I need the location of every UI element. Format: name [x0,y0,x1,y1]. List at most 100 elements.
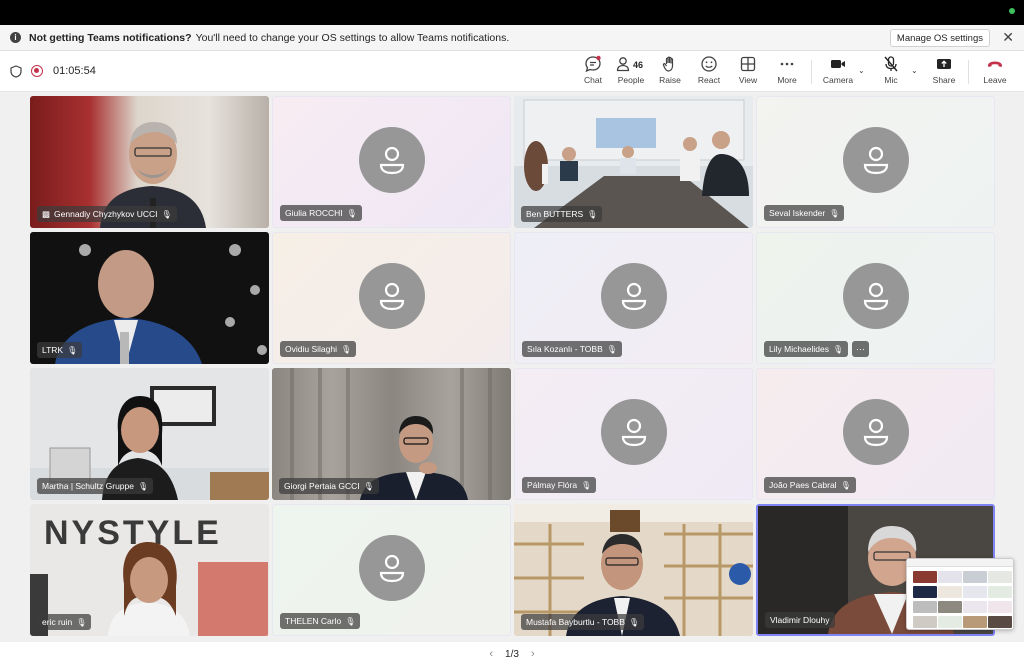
chat-icon [585,55,601,73]
participant-tile[interactable]: NYSTYLE eric ruin 🎙 [30,504,269,636]
avatar [842,399,909,465]
thumbnail-cell [988,616,1012,628]
thumbnail-cell [963,586,987,598]
leave-button[interactable]: Leave [982,55,1008,89]
notification-text: You'll need to change your OS settings t… [195,31,510,44]
thumbnail-cell [988,586,1012,598]
mic-button[interactable]: Mic [879,55,903,89]
participant-tile[interactable]: Seval Iskender 🎙 [756,96,995,228]
hand-icon [662,56,674,72]
recording-icon [31,65,43,77]
participant-tile[interactable]: LTRK 🎙 [30,232,269,364]
previous-page-icon[interactable]: ‹ [489,648,493,660]
mic-muted-icon: 🎙 [840,480,851,490]
participant-tile[interactable]: Sıla Kozanlı - TOBB 🎙 [514,232,753,364]
participant-name: Gennadiy Chyzhykov UCCI [54,209,158,219]
avatar [600,399,667,465]
participant-name-label: Lily Michaelides 🎙 [764,341,849,357]
camera-button[interactable]: Camera [822,55,854,89]
thumbnail-cell [913,616,937,628]
mic-muted-icon: 🎙 [606,344,617,354]
participant-name-label: Pálmay Flóra 🎙 [522,477,597,493]
mic-muted-icon: 🎙 [581,480,592,490]
mic-muted-icon: 🎙 [340,344,352,354]
people-label: People [617,75,645,85]
camera-icon [831,60,845,68]
more-label: More [777,75,797,85]
participant-tile[interactable]: Martha | Schultz Gruppe 🎙 [30,368,269,500]
participant-name: Vladimir Dlouhy [770,615,830,625]
mic-muted-icon: 🎙 [137,481,149,491]
participant-name-label: Giulia ROCCHI 🎙 [280,205,362,221]
camera-options-chevron-icon[interactable]: ⌄ [858,66,865,75]
toolbar-separator [968,60,969,84]
share-button[interactable]: Share [932,55,956,89]
raise-label: Raise [659,75,681,85]
participant-tile[interactable]: Mustafa Bayburtlu - TOBB 🎙 [514,504,753,636]
participant-tile[interactable]: Ben BUTTERS 🎙 [514,96,753,228]
participant-name-label: THELEN Carlo 🎙 [280,613,361,629]
video-grid: ▩ Gennadiy Chyzhykov UCCI 🎙 Giulia ROCCHI 🎙… [0,92,1024,642]
person-icon [621,418,646,447]
participant-name-label: eric ruin 🎙 [37,614,92,630]
participant-name: Mustafa Bayburtlu - TOBB [526,617,625,627]
more-icon [780,62,794,66]
notification-title: Not getting Teams notifications? [29,31,192,44]
participant-tile[interactable]: Pálmay Flóra 🎙 [514,368,753,500]
participant-tile[interactable]: Lily Michaelides 🎙 ··· [756,232,995,364]
svg-text:NYSTYLE: NYSTYLE [44,514,222,552]
self-view-thumbnail[interactable] [906,558,1014,630]
more-options-icon[interactable]: ··· [852,341,869,357]
thumbnail-cell [988,571,1012,583]
close-notification-icon[interactable]: ✕ [1002,29,1014,45]
participant-name: eric ruin [42,617,73,627]
people-button[interactable]: 46 People [614,55,648,89]
thumbnail-cell [963,601,987,613]
mic-muted-icon: 🎙 [628,617,640,627]
more-button[interactable]: More [775,55,799,89]
mic-muted-icon [884,56,898,72]
person-icon [379,282,404,311]
thumbnail-cell [938,601,962,613]
thumbnail-cell [988,601,1012,613]
share-label: Share [932,75,956,85]
next-page-icon[interactable]: › [531,648,535,660]
shield-icon[interactable] [10,65,22,78]
participant-tile[interactable]: THELEN Carlo 🎙 [272,504,511,636]
person-icon [863,146,888,175]
person-icon [621,282,646,311]
avatar [842,127,909,193]
participant-name-label: ▩ Gennadiy Chyzhykov UCCI 🎙 [37,206,177,222]
mic-muted-icon: 🎙 [363,481,374,491]
view-button[interactable]: View [736,55,760,89]
mic-muted-icon: 🎙 [67,345,78,355]
grid-view-icon [740,56,756,72]
participant-tile[interactable]: João Paes Cabral 🎙 [756,368,995,500]
mic-muted-icon: 🎙 [76,617,87,627]
react-label: React [697,75,721,85]
share-icon [937,59,951,69]
manage-os-settings-button[interactable]: Manage OS settings [889,29,990,47]
participant-name-label: LTRK 🎙 [37,342,83,358]
raise-hand-button[interactable]: Raise [658,55,682,89]
participant-name: Lily Michaelides [769,344,829,354]
people-count: 46 [633,60,644,70]
participant-tile[interactable]: Giorgi Pertaia GCCI 🎙 [272,368,511,500]
participant-tile[interactable]: Ovidiu Silaghi 🎙 [272,232,511,364]
meeting-timer: 01:05:54 [53,65,96,77]
chat-button[interactable]: Chat [582,55,604,89]
avatar [842,263,909,329]
thumbnail-cell [938,616,962,628]
view-label: View [738,75,758,85]
react-button[interactable]: React [697,55,721,89]
person-icon [379,146,404,175]
participant-tile[interactable]: Giulia ROCCHI 🎙 [272,96,511,228]
mic-muted-icon: 🎙 [346,208,357,218]
mic-options-chevron-icon[interactable]: ⌄ [911,66,918,75]
status-dot [1009,8,1015,14]
participant-tile[interactable]: ▩ Gennadiy Chyzhykov UCCI 🎙 [30,96,269,228]
leave-label: Leave [983,75,1007,85]
participant-name-label: Giorgi Pertaia GCCI 🎙 [279,478,379,494]
participant-name-label: Vladimir Dlouhy [765,612,835,628]
mic-muted-icon: 🎙 [829,208,840,218]
